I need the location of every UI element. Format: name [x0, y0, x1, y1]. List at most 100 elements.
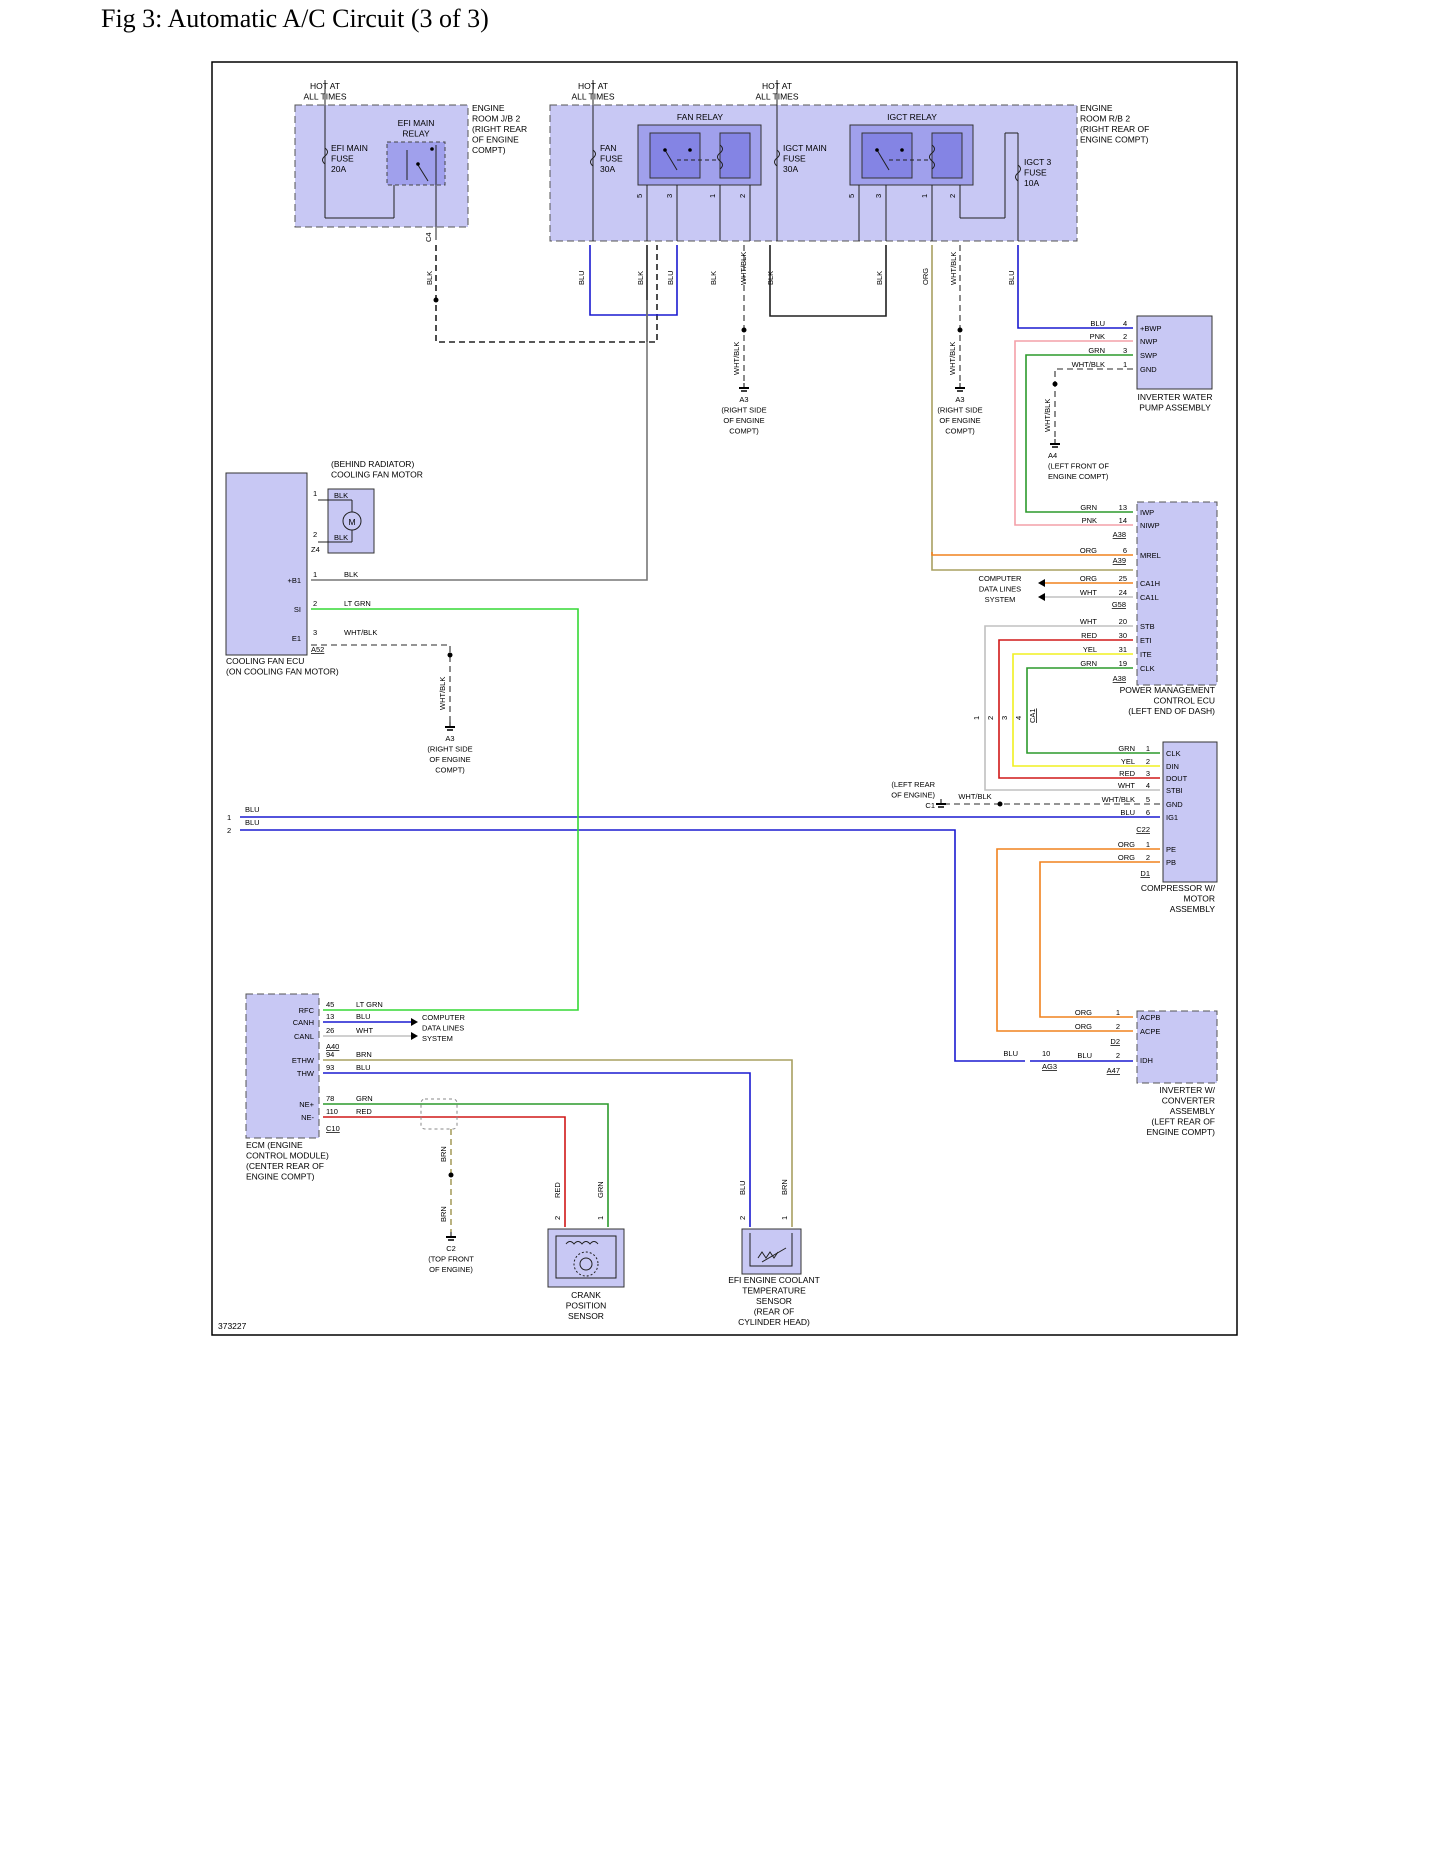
ecm-pin-num: 26: [326, 1026, 334, 1035]
inverter-pin-num: 2: [1116, 1051, 1120, 1060]
ecm-wire-label: LT GRN: [356, 1000, 383, 1009]
compressor-connector-d: D1: [1140, 869, 1150, 878]
junction-a4: [1052, 381, 1058, 387]
wire-igct-blk: [769, 245, 887, 317]
ground-c2-label: C2 (TOP FRONT OF ENGINE): [428, 1244, 474, 1274]
ecm-wire-label: GRN: [356, 1094, 373, 1103]
ag3-connector: AG3: [1042, 1062, 1057, 1071]
junction-jb2: [433, 297, 439, 303]
input-wire-2: BLU: [245, 818, 260, 827]
rb2-location-label: ENGINE ROOM R/B 2 (RIGHT REAR OF ENGINE COM…: [1080, 103, 1149, 145]
power-management-ecu: IWP NIWP MREL CA1H CA1L STB ETI ITE CLK POWER MA…: [1120, 501, 1218, 716]
compressor-wire-label: WHT/BLK: [1102, 795, 1135, 804]
compressor-label: COMPRESSOR W/MOTOR ASSEMBLY: [1141, 883, 1216, 914]
fan-ecu-connector: A52: [311, 645, 324, 654]
pm-wire-label: ORG: [1080, 574, 1097, 583]
wire-whtblk-label-1: WHT/BLK: [732, 342, 741, 375]
ground-a3-label-3: A3 (RIGHT SIDE OF ENGINE COMPT): [427, 734, 472, 775]
ecm-connector-a40: A40: [326, 1042, 339, 1051]
pm-wire-label: YEL: [1083, 645, 1097, 654]
ecm-pin-name: THW: [297, 1069, 315, 1078]
pm-pin-name: NIWP: [1140, 521, 1160, 530]
coolant-pin-1: 1: [780, 1216, 789, 1220]
pm-pin-num: 6: [1123, 546, 1127, 555]
top-wire-label: BLK: [875, 271, 884, 285]
inverter-converter-label: INVERTER W/CONVERTER ASSEMBLY (LEFT REAR O…: [1147, 1085, 1216, 1137]
pump-pin-name: SWP: [1140, 351, 1157, 360]
fan-motor-pin-1: 1: [313, 489, 317, 498]
inverter-pin-name: ACPE: [1140, 1027, 1160, 1036]
coolant-temp-sensor: EFI ENGINE COOLANT TEMPERATURE SENSOR (REAR…: [728, 1228, 820, 1327]
compressor-pin-num: 6: [1146, 808, 1150, 817]
fan-ecu-pin-num: 2: [313, 599, 317, 608]
compressor-wire-label: WHT: [1118, 781, 1135, 790]
fan-ecu-pin-num: 1: [313, 570, 317, 579]
pm-pin-name: CLK: [1140, 664, 1155, 673]
wiring-diagram: HOT AT ALL TIMES EFI MAIN FUSE 20A EFI MAIN…: [211, 61, 1238, 1336]
inverter-pin-num: 2: [1116, 1022, 1120, 1031]
rb2-pin-number: 1: [920, 194, 929, 198]
pump-pin-name: GND: [1140, 365, 1157, 374]
engine-room-rb2: FAN RELAY IGCT RELAY FAN FUSE 30A IGCT MAI…: [549, 80, 1149, 242]
rb2-pin-number: 1: [708, 194, 717, 198]
ca1-pin: 2: [986, 716, 995, 720]
ecm-pin-num: 45: [326, 1000, 334, 1009]
input-num-2: 2: [227, 826, 231, 835]
compressor-pin2-wire: ORG: [1118, 853, 1135, 862]
ca1-pin: 1: [972, 716, 981, 720]
crank-pin-2: 2: [553, 1216, 562, 1220]
pm-pin-name: MREL: [1140, 551, 1161, 560]
coolant-sensor-label: EFI ENGINE COOLANT TEMPERATURE SENSOR (REAR…: [728, 1275, 820, 1327]
pm-pin-num: 14: [1119, 516, 1127, 525]
coolant-wire-blu: BLU: [738, 1180, 747, 1195]
ecm-pin-name: CANL: [294, 1032, 314, 1041]
ecm-pin-num: 93: [326, 1063, 334, 1072]
ecm-connector-c10: C10: [326, 1124, 340, 1133]
ecm-pin-num: 94: [326, 1050, 334, 1059]
wire-blu-thw: [323, 1072, 751, 1227]
top-wire-label: WHT/BLK: [739, 252, 748, 285]
ecm-wire-label: BLU: [356, 1063, 371, 1072]
ground-a3-1: [739, 383, 749, 392]
motor-symbol: M: [348, 517, 355, 527]
pump-pin-num: 4: [1123, 319, 1127, 328]
inverter-wire-label: ORG: [1075, 1008, 1092, 1017]
wire-ltgrn-si: [311, 608, 579, 1011]
ground-a3-2: [955, 383, 965, 392]
wire-brn-label-2: BRN: [439, 1206, 448, 1222]
compressor-pin-num: 1: [1146, 744, 1150, 753]
pm-wire-label: WHT: [1080, 617, 1097, 626]
wire-whtblk-label-2: WHT/BLK: [948, 342, 957, 375]
crank-pin-1: 1: [596, 1216, 605, 1220]
wire-brn-ethw: [323, 1059, 793, 1227]
ground-a3-label-1: A3 (RIGHT SIDE OF ENGINE COMPT): [721, 395, 766, 436]
ecm-wire-label: WHT: [356, 1026, 373, 1035]
compressor-pin2-num: 2: [1146, 853, 1150, 862]
compressor-pin-num: 4: [1146, 781, 1150, 790]
pm-pin-num: 30: [1119, 631, 1127, 640]
pump-pin-num: 1: [1123, 360, 1127, 369]
fan-motor-wire-1: BLK: [334, 491, 348, 500]
compressor-pin-name: DIN: [1166, 762, 1179, 771]
pump-pin-name: +BWP: [1140, 324, 1161, 333]
inverter-pump-label: INVERTER WATER PUMP ASSEMBLY: [1138, 392, 1213, 413]
compressor-pin-name: IG1: [1166, 813, 1178, 822]
compressor-pin-name: CLK: [1166, 749, 1181, 758]
compressor-connector-c: C22: [1136, 825, 1150, 834]
wire-jb2-blk: [435, 245, 658, 343]
ecm-pin-name: NE+: [299, 1100, 314, 1109]
compressor-assembly: CLK DIN DOUT STBI GND IG1 PE PB COMPRESSOR W/MO…: [1141, 741, 1218, 914]
ground-a3-label-2: A3 (RIGHT SIDE OF ENGINE COMPT): [937, 395, 982, 436]
top-wire-label: BLU: [666, 270, 675, 285]
pump-wire-label: GRN: [1088, 346, 1105, 355]
pm-wire-label: GRN: [1080, 503, 1097, 512]
pm-connector: A38: [1113, 674, 1126, 683]
pump-wire-label: WHT/BLK: [1072, 360, 1105, 369]
computer-data-lines-label: COMPUTER DATA LINES SYSTEM: [979, 574, 1023, 604]
ecm-label: ECM (ENGINE CONTROL MODULE) (CENTER REAR O…: [246, 1140, 329, 1182]
wire-grn-swp: [1025, 354, 1133, 513]
rb2-pin-number: 5: [635, 194, 644, 198]
fan-motor-wire-2: BLK: [334, 533, 348, 542]
compressor-wire-label: RED: [1119, 769, 1135, 778]
inverter-pin-num: 1: [1116, 1008, 1120, 1017]
